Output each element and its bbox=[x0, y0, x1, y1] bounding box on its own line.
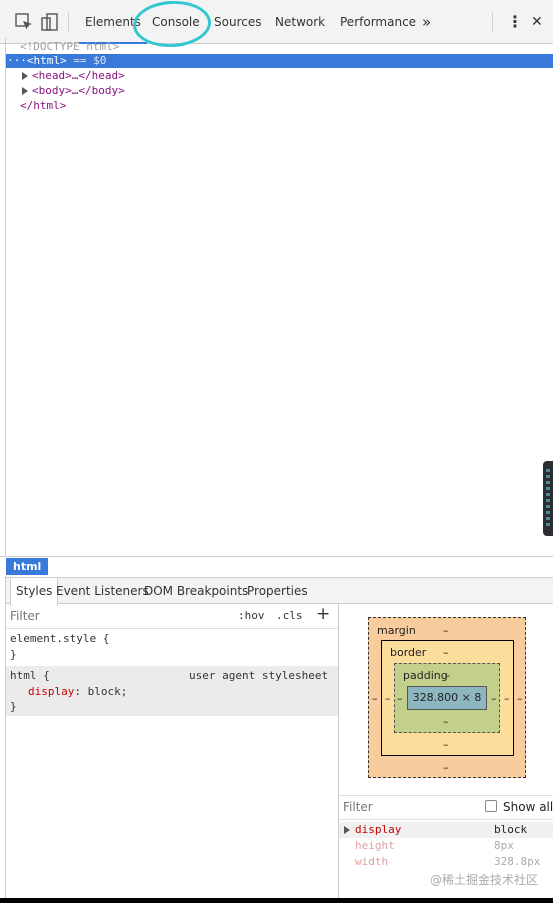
tab-dom-breakpoints[interactable]: DOM Breakpoints bbox=[144, 578, 248, 605]
padding-left-value[interactable]: – bbox=[397, 692, 403, 705]
side-scroll-widget[interactable] bbox=[543, 461, 553, 536]
styles-pane: Filter :hov .cls + element.style { } htm… bbox=[6, 604, 338, 903]
styles-filter-input[interactable]: Filter bbox=[10, 609, 40, 623]
computed-value: block bbox=[494, 823, 528, 836]
expand-computed-icon[interactable] bbox=[344, 826, 350, 834]
rule-selector[interactable]: html { bbox=[10, 668, 50, 684]
border-top-value[interactable]: – bbox=[443, 646, 449, 659]
dom-selected-marker: == $0 bbox=[66, 54, 107, 67]
show-all-checkbox[interactable] bbox=[485, 800, 497, 812]
border-label: border bbox=[390, 646, 427, 659]
cls-toggle[interactable]: .cls bbox=[276, 609, 303, 622]
dom-node-html[interactable]: ···<html> == $0 bbox=[7, 53, 106, 68]
margin-bottom-value[interactable]: – bbox=[443, 761, 449, 774]
dom-close-html[interactable]: </html> bbox=[20, 98, 66, 113]
watermark: @稀土掘金技术社区 bbox=[430, 873, 539, 887]
padding-right-value[interactable]: – bbox=[491, 692, 497, 705]
toolbar-separator bbox=[68, 12, 69, 32]
border-right-value[interactable]: – bbox=[504, 692, 510, 705]
padding-top-value[interactable]: – bbox=[445, 669, 451, 682]
styles-filter-row: Filter :hov .cls + bbox=[6, 604, 338, 629]
dom-node-head[interactable]: <head>…</head> bbox=[32, 68, 125, 83]
padding-bottom-value[interactable]: – bbox=[443, 715, 449, 728]
dom-doctype[interactable]: <!DOCTYPE html> bbox=[20, 39, 119, 54]
rule-property: display bbox=[28, 685, 75, 698]
inspect-element-icon[interactable] bbox=[14, 12, 34, 32]
element-style-selector[interactable]: element.style { bbox=[10, 631, 109, 647]
rule-close: } bbox=[10, 700, 17, 713]
toolbar-separator bbox=[492, 12, 493, 32]
computed-row[interactable]: display block bbox=[339, 822, 553, 838]
tab-event-listeners[interactable]: Event Listeners bbox=[56, 578, 149, 605]
hov-toggle[interactable]: :hov bbox=[238, 609, 265, 622]
margin-label: margin bbox=[377, 624, 416, 637]
bottom-edge bbox=[0, 898, 553, 903]
computed-prop: width bbox=[355, 855, 389, 868]
rule-value: block; bbox=[80, 685, 128, 698]
margin-left-value[interactable]: – bbox=[372, 692, 378, 705]
breadcrumb-item-html[interactable]: html bbox=[6, 558, 49, 575]
rule-source-link[interactable]: user agent stylesheet bbox=[189, 668, 328, 684]
tab-network[interactable]: Network bbox=[275, 0, 325, 44]
computed-filter-input[interactable]: Filter bbox=[343, 800, 373, 814]
more-tabs-icon[interactable]: » bbox=[422, 0, 431, 44]
computed-row[interactable]: width 328.8px bbox=[339, 854, 553, 870]
margin-top-value[interactable]: – bbox=[443, 624, 449, 637]
rule-declaration[interactable]: display: block; bbox=[28, 684, 127, 700]
border-bottom-value[interactable]: – bbox=[443, 738, 449, 751]
dom-html-tag: <html> bbox=[26, 54, 67, 67]
menu-icon[interactable]: ⋮ bbox=[507, 0, 523, 44]
devtools-toolbar: Elements Console Sources Network Perform… bbox=[0, 0, 553, 50]
element-style-close: } bbox=[10, 648, 17, 661]
computed-value: 328.8px bbox=[494, 855, 541, 868]
computed-prop: display bbox=[355, 823, 402, 836]
breadcrumb bbox=[0, 556, 553, 576]
dom-ellipsis-icon[interactable]: ··· bbox=[7, 54, 27, 67]
expand-head-icon[interactable] bbox=[22, 72, 28, 80]
computed-value: 8px bbox=[494, 839, 514, 852]
show-all-label[interactable]: Show all bbox=[503, 800, 553, 814]
tab-performance[interactable]: Performance bbox=[340, 0, 416, 44]
device-toolbar-icon[interactable] bbox=[40, 12, 60, 32]
box-model-content[interactable]: 328.800 × 8 bbox=[407, 686, 487, 710]
computed-row[interactable]: height 8px bbox=[339, 838, 553, 854]
computed-prop: height bbox=[355, 839, 395, 852]
expand-body-icon[interactable] bbox=[22, 87, 28, 95]
dom-node-body[interactable]: <body>…</body> bbox=[32, 83, 125, 98]
border-left-value[interactable]: – bbox=[385, 692, 391, 705]
tab-styles[interactable]: Styles bbox=[10, 578, 59, 606]
close-icon[interactable]: ✕ bbox=[531, 0, 543, 44]
tab-sources[interactable]: Sources bbox=[214, 0, 261, 44]
tab-properties[interactable]: Properties bbox=[247, 578, 308, 605]
new-style-rule-button[interactable]: + bbox=[316, 604, 330, 624]
sidebar-tabs: Styles Event Listeners DOM Breakpoints P… bbox=[6, 577, 553, 606]
margin-right-value[interactable]: – bbox=[517, 692, 523, 705]
padding-label: padding bbox=[403, 669, 448, 682]
